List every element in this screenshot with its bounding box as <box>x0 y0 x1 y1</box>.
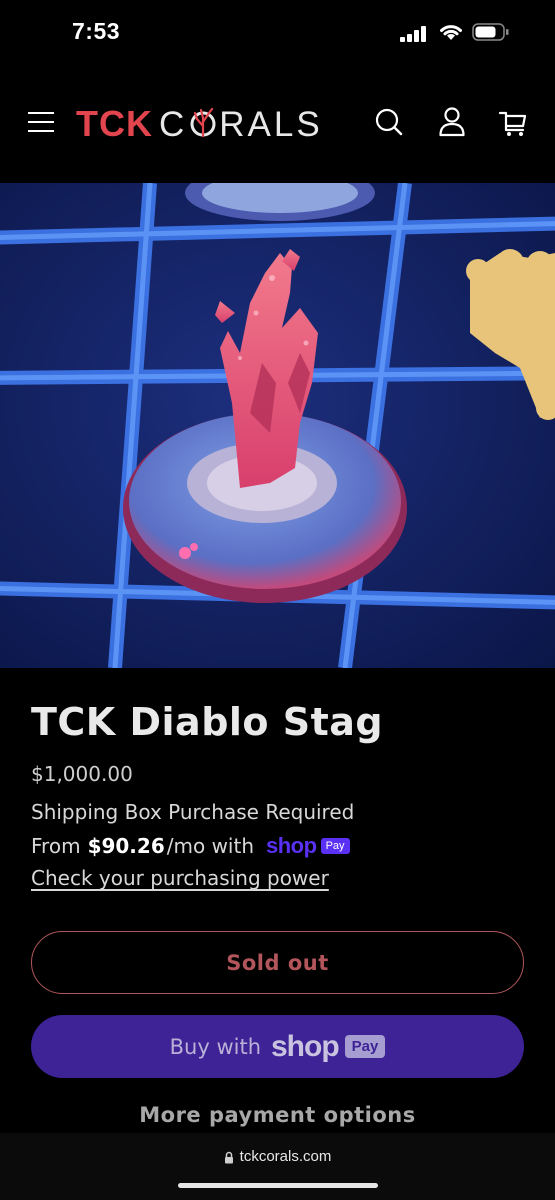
shipping-note: Shipping Box Purchase Required <box>31 800 355 824</box>
status-bar: 7:53 <box>0 0 555 66</box>
shop-wordmark: shop <box>271 1029 340 1063</box>
browser-address-bar[interactable] <box>0 1133 555 1200</box>
battery-icon <box>472 23 509 41</box>
installment-info: From $90.26 /mo with shop Pay <box>31 833 350 859</box>
hamburger-menu-icon[interactable] <box>28 112 54 132</box>
more-payment-options-link[interactable]: More payment options <box>0 1103 555 1127</box>
product-price: $1,000.00 <box>31 762 133 786</box>
coral-logo-icon <box>190 107 216 137</box>
shop-pay-badge: Pay <box>320 838 350 854</box>
sold-out-button[interactable]: Sold out <box>31 931 524 994</box>
buy-with-label: Buy with <box>169 1034 261 1059</box>
lock-icon <box>224 1151 233 1164</box>
url-display[interactable]: tckcorals.com <box>0 1148 555 1165</box>
status-time: 7:53 <box>72 18 121 44</box>
logo-corals-text: C RALS <box>159 104 323 144</box>
tck-corals-logo[interactable]: TCK C RALS <box>76 103 323 144</box>
logo-tck-text: TCK <box>76 103 153 144</box>
cart-icon[interactable] <box>498 106 528 138</box>
product-image[interactable] <box>0 183 555 668</box>
installment-prefix: From <box>31 834 81 858</box>
installment-suffix: /mo with <box>166 834 254 858</box>
shop-pay-wordmark: shop <box>266 833 317 858</box>
home-indicator[interactable] <box>178 1183 378 1188</box>
buy-with-shop-pay-button[interactable]: Buy with shop Pay <box>31 1015 524 1078</box>
search-icon[interactable] <box>374 106 404 138</box>
installment-amount: $90.26 <box>87 834 165 858</box>
wifi-icon <box>440 25 462 40</box>
check-purchasing-power-link[interactable]: Check your purchasing power <box>31 866 329 890</box>
cellular-signal-icon <box>400 26 428 42</box>
account-icon[interactable] <box>437 106 467 138</box>
product-title: TCK Diablo Stag <box>31 700 384 744</box>
pay-badge: Pay <box>344 1035 386 1058</box>
url-text: tckcorals.com <box>239 1148 332 1165</box>
